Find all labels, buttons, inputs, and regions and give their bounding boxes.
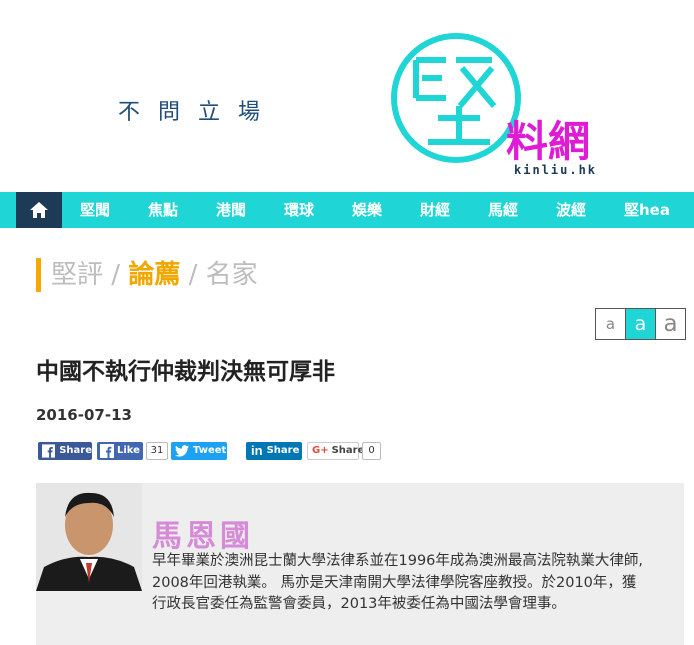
- nav-item-kinhea[interactable]: 堅hea: [624, 192, 670, 228]
- nav-item-horse[interactable]: 馬經: [488, 192, 518, 228]
- facebook-icon: [100, 444, 114, 458]
- author-portrait-icon: [36, 483, 142, 591]
- twitter-icon: [175, 445, 189, 457]
- breadcrumb-item-columnist[interactable]: 名家: [206, 260, 258, 290]
- googleplus-count: 0: [362, 442, 381, 460]
- googleplus-share-button[interactable]: G+ Share: [307, 442, 364, 460]
- like-count: 31: [146, 442, 168, 460]
- linkedin-share-label: Share: [266, 445, 300, 456]
- author-photo: [36, 483, 142, 591]
- tweet-label: Tweet: [193, 445, 227, 456]
- author-bio: 早年畢業於澳洲昆士蘭大學法律系並在1996年成為澳洲最高法院執業大律師, 200…: [152, 553, 644, 612]
- article-date: 2016-07-13: [36, 406, 132, 424]
- logo-sub-text: 料網: [506, 117, 590, 166]
- author-box: 馬恩國 早年畢業於澳洲昆士蘭大學法律系並在1996年成為澳洲最高法院執業大律師,…: [36, 483, 684, 645]
- nav-item-football[interactable]: 波經: [556, 192, 586, 228]
- font-size-switcher: a a a: [595, 308, 686, 340]
- nav-item-entertainment[interactable]: 娛樂: [352, 192, 382, 228]
- googleplus-share-label: Share: [331, 445, 365, 456]
- facebook-like-label: Like: [117, 445, 140, 456]
- home-icon: [30, 202, 48, 218]
- nav-item-kinman[interactable]: 堅聞: [80, 192, 110, 228]
- breadcrumb-item-opinion[interactable]: 堅評: [51, 260, 103, 290]
- linkedin-share-button[interactable]: in Share: [246, 442, 302, 460]
- site-logo[interactable]: 料網 kinliu.hk: [388, 20, 628, 180]
- logo-domain: kinliu.hk: [514, 163, 597, 177]
- site-header: 不問立場 料網 kinliu.hk: [0, 0, 694, 192]
- linkedin-icon: in: [251, 443, 263, 458]
- nav-item-world[interactable]: 環球: [284, 192, 314, 228]
- font-size-small-button[interactable]: a: [596, 309, 626, 339]
- breadcrumb-separator: /: [111, 260, 121, 290]
- font-size-large-button[interactable]: a: [656, 309, 685, 339]
- article-title: 中國不執行仲裁判決無可厚非: [36, 359, 335, 385]
- facebook-share-label: Share: [59, 445, 92, 456]
- nav-home-button[interactable]: [16, 192, 62, 228]
- author-name[interactable]: 馬恩國: [152, 511, 254, 555]
- nav-item-finance[interactable]: 財經: [420, 192, 450, 228]
- site-slogan: 不問立場: [118, 100, 279, 125]
- facebook-like-button[interactable]: Like: [97, 442, 143, 460]
- breadcrumb: 堅評 / 論薦 / 名家: [36, 258, 258, 292]
- facebook-icon: [42, 444, 56, 458]
- tweet-button[interactable]: Tweet: [171, 442, 227, 460]
- facebook-share-button[interactable]: Share: [38, 442, 92, 460]
- font-size-medium-button[interactable]: a: [626, 309, 656, 339]
- breadcrumb-separator: /: [188, 260, 198, 290]
- googleplus-icon: G+: [312, 445, 329, 456]
- breadcrumb-item-recommend[interactable]: 論薦: [128, 260, 180, 290]
- nav-item-focus[interactable]: 焦點: [148, 192, 178, 228]
- nav-item-local[interactable]: 港聞: [216, 192, 246, 228]
- main-nav: 堅聞 焦點 港聞 環球 娛樂 財經 馬經 波經 堅hea: [0, 192, 694, 228]
